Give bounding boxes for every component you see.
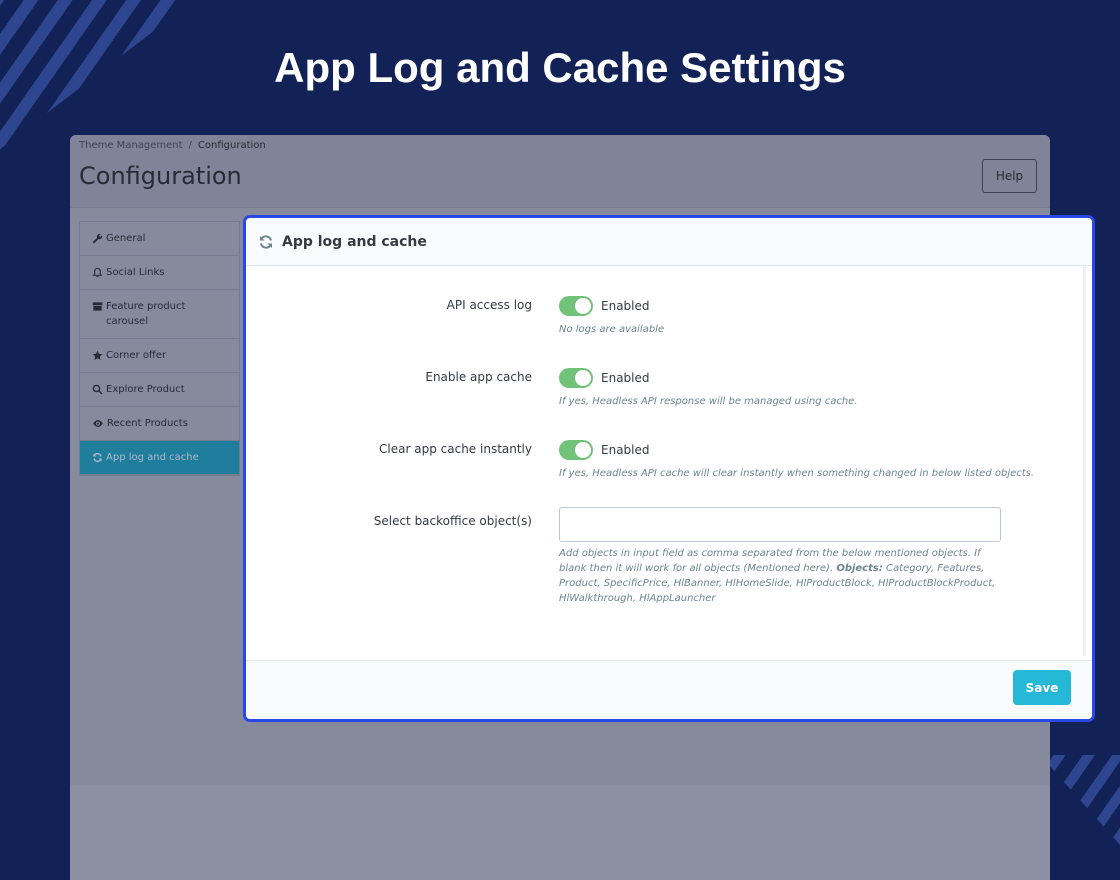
objects-help-bold: Objects: [836, 563, 883, 574]
backoffice-objects-label: Select backoffice object(s) [373, 514, 532, 528]
sidebar-item-general[interactable]: General [80, 222, 239, 256]
sidebar-item-label: General [106, 233, 146, 244]
clear-app-cache-help: If yes, Headless API cache will clear in… [559, 468, 1035, 479]
enable-app-cache-label: Enable app cache [425, 370, 532, 384]
settings-sidebar: General Social Links Feature product car… [79, 221, 240, 476]
clear-app-cache-toggle[interactable] [559, 440, 593, 460]
sidebar-item-explore-product[interactable]: Explore Product [80, 373, 239, 407]
refresh-icon [260, 234, 272, 249]
save-button[interactable]: Save [1013, 670, 1071, 705]
api-access-log-label: API access log [446, 298, 532, 312]
breadcrumb-parent-link[interactable]: Theme Management [79, 140, 183, 151]
search-icon [92, 384, 103, 395]
app-log-cache-panel: App log and cache API access log Enabled… [243, 215, 1095, 722]
admin-header: Theme Management / Configuration Configura… [70, 135, 1050, 208]
clear-app-cache-label: Clear app cache instantly [379, 442, 532, 456]
star-icon [92, 350, 103, 360]
panel-footer: Save [246, 660, 1092, 719]
refresh-icon [93, 452, 102, 463]
sidebar-item-label: Recent Products [107, 418, 188, 429]
sidebar-item-recent-products[interactable]: Recent Products [80, 407, 239, 441]
bell-icon [92, 267, 103, 278]
sidebar-item-label: Explore Product [106, 384, 185, 395]
page-title: Configuration [79, 162, 242, 190]
wrench-icon [92, 233, 103, 244]
decorative-stripes [1040, 755, 1120, 845]
breadcrumb-separator: / [188, 140, 192, 151]
breadcrumb: Theme Management / Configuration [79, 140, 266, 151]
archive-icon [92, 302, 103, 311]
api-access-log-toggle[interactable] [559, 296, 593, 316]
admin-footer-area [70, 785, 1050, 880]
sidebar-item-app-log-and-cache[interactable]: App log and cache [80, 441, 239, 475]
sidebar-item-label: Feature product carousel [106, 301, 186, 327]
help-button[interactable]: Help [982, 159, 1037, 193]
panel-scrollbar[interactable] [1083, 266, 1086, 656]
panel-header: App log and cache [246, 218, 1092, 266]
sidebar-item-feature-product-carousel[interactable]: Feature product carousel [80, 290, 239, 339]
breadcrumb-current: Configuration [197, 140, 266, 151]
enable-app-cache-toggle[interactable] [559, 368, 593, 388]
sidebar-item-label: Corner offer [106, 350, 167, 361]
clear-app-cache-toggle-label: Enabled [601, 443, 650, 457]
eye-icon [93, 420, 103, 427]
sidebar-item-label: Social Links [106, 267, 165, 278]
sidebar-item-social-links[interactable]: Social Links [80, 256, 239, 290]
sidebar-item-corner-offer[interactable]: Corner offer [80, 339, 239, 373]
api-access-log-help: No logs are available [559, 324, 665, 335]
sidebar-item-label: App log and cache [106, 452, 199, 463]
backoffice-objects-help: Add objects in input field as comma sepa… [559, 546, 1001, 606]
hero-title: App Log and Cache Settings [274, 44, 846, 91]
enable-app-cache-help: If yes, Headless API response will be ma… [559, 396, 858, 407]
enable-app-cache-toggle-label: Enabled [601, 371, 650, 385]
panel-title: App log and cache [282, 233, 427, 250]
api-access-log-toggle-label: Enabled [601, 299, 650, 313]
backoffice-objects-input[interactable] [559, 507, 1001, 542]
